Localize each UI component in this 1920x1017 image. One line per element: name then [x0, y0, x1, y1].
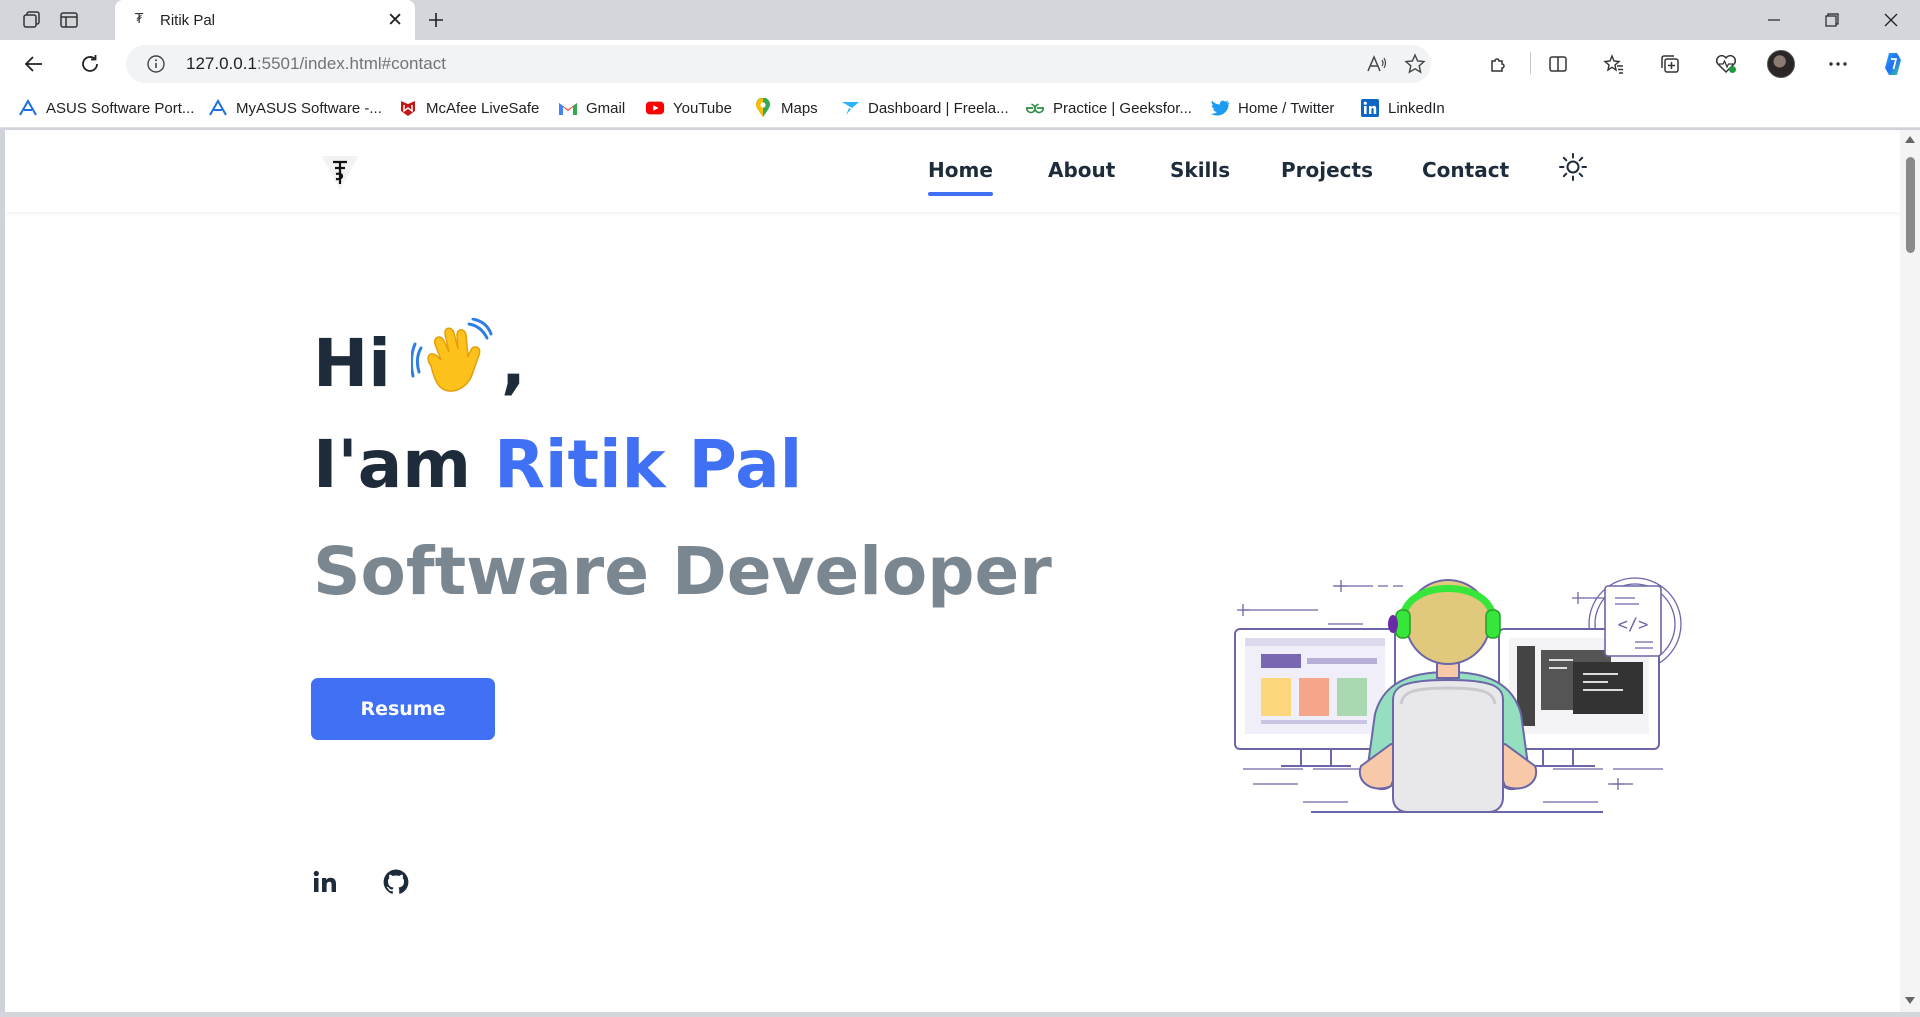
asus-icon	[18, 98, 38, 118]
split-screen-icon[interactable]	[1540, 48, 1576, 80]
bookmark-label: Dashboard | Freela...	[868, 99, 1009, 117]
greeting-text: Hi	[313, 325, 391, 402]
youtube-icon	[645, 98, 665, 118]
back-icon[interactable]	[16, 48, 52, 80]
bookmarks-bar: ASUS Software Port... MyASUS Software -.…	[0, 88, 1920, 128]
collections-icon[interactable]	[1652, 48, 1688, 80]
vertical-tabs-icon[interactable]	[52, 6, 86, 34]
tab-favicon-icon: ₮	[135, 12, 144, 27]
nav-projects[interactable]: Projects	[1281, 158, 1373, 182]
sun-icon[interactable]	[1558, 152, 1588, 182]
read-aloud-icon[interactable]	[1362, 50, 1392, 78]
profile-avatar[interactable]	[1767, 50, 1795, 78]
bookmark-freelancer[interactable]: Dashboard | Freela...	[840, 97, 1009, 119]
bookmark-youtube[interactable]: YouTube	[645, 97, 732, 119]
extensions-icon[interactable]	[1480, 48, 1516, 80]
tab-close-icon[interactable]: ✕	[387, 9, 403, 31]
bookmark-label: LinkedIn	[1388, 99, 1445, 117]
bookmark-myasus[interactable]: MyASUS Software -...	[208, 97, 382, 119]
window-bottom-edge	[0, 1012, 1920, 1017]
scroll-down-icon[interactable]	[1905, 997, 1915, 1004]
linkedin-icon[interactable]	[309, 866, 341, 898]
bookmark-label: ASUS Software Port...	[46, 99, 195, 117]
nav-contact[interactable]: Contact	[1422, 158, 1509, 182]
url-host: 127.0.0.1	[186, 54, 257, 73]
browser-toolbar: 127.0.0.1:5501/index.html#contact	[0, 40, 1920, 88]
bookmark-geeksforgeeks[interactable]: Practice | Geeksfor...	[1025, 97, 1192, 119]
scrollbar-thumb[interactable]	[1906, 157, 1915, 253]
close-window-icon[interactable]	[1862, 0, 1920, 40]
bookmark-mcafee[interactable]: McAfee LiveSafe	[398, 97, 539, 119]
bookmark-gmail[interactable]: Gmail	[558, 97, 625, 119]
linkedin-icon	[1360, 98, 1380, 118]
hero-intro: I'am Ritik Pal	[313, 426, 802, 503]
site-header: Home About Skills Projects Contact	[5, 130, 1900, 212]
url-text[interactable]: 127.0.0.1:5501/index.html#contact	[186, 54, 446, 74]
hero-role: Software Developer	[313, 533, 1052, 610]
resume-button[interactable]: Resume	[311, 678, 495, 740]
site-info-icon[interactable]	[146, 54, 166, 79]
greeting-comma: ,	[500, 325, 526, 402]
bookmark-asus-portal[interactable]: ASUS Software Port...	[18, 97, 194, 119]
bookmark-label: Maps	[781, 99, 818, 117]
bookmark-maps[interactable]: Maps	[753, 97, 818, 119]
minimize-icon[interactable]	[1745, 0, 1803, 40]
bookmark-label: Home / Twitter	[1238, 99, 1335, 117]
maps-icon	[753, 98, 773, 118]
freelancer-icon	[840, 98, 860, 118]
hero-name: Ritik Pal	[494, 426, 803, 503]
restore-icon[interactable]	[1803, 0, 1861, 40]
intro-text: I'am	[313, 426, 472, 503]
page-viewport: Home About Skills Projects Contact Hi, I…	[5, 130, 1900, 1012]
nav-home[interactable]: Home	[928, 158, 993, 196]
url-path: :5501/index.html#contact	[256, 54, 446, 73]
github-icon[interactable]	[380, 866, 412, 898]
site-logo[interactable]	[320, 152, 360, 192]
scroll-up-icon[interactable]	[1905, 136, 1915, 143]
copilot-icon[interactable]	[1876, 48, 1912, 80]
bookmark-linkedin[interactable]: LinkedIn	[1360, 97, 1445, 119]
nav-skills[interactable]: Skills	[1170, 158, 1230, 182]
active-tab[interactable]: ₮ Ritik Pal ✕	[115, 0, 415, 40]
address-bar[interactable]: 127.0.0.1:5501/index.html#contact	[126, 45, 1431, 83]
developer-illustration: </>	[1234, 577, 1682, 813]
toolbar-separator	[1530, 52, 1531, 74]
hero-greeting: Hi,	[313, 317, 526, 402]
browser-essentials-icon[interactable]	[1708, 48, 1744, 80]
more-menu-icon[interactable]	[1820, 48, 1856, 80]
favorites-icon[interactable]	[1596, 48, 1632, 80]
new-tab-icon[interactable]	[420, 4, 452, 36]
page-scrollbar[interactable]	[1900, 130, 1920, 1012]
bookmark-label: MyASUS Software -...	[236, 99, 382, 117]
bookmark-label: Gmail	[586, 99, 626, 117]
asus-icon	[208, 98, 228, 118]
nav-about[interactable]: About	[1048, 158, 1115, 182]
bookmark-label: Practice | Geeksfor...	[1053, 99, 1192, 117]
svg-text:</>: </>	[1618, 615, 1649, 635]
mcafee-icon	[398, 98, 418, 118]
tab-title: Ritik Pal	[160, 12, 216, 29]
twitter-icon	[1210, 98, 1230, 118]
refresh-icon[interactable]	[72, 48, 108, 80]
workspaces-icon[interactable]	[15, 6, 49, 34]
bookmark-label: YouTube	[673, 99, 732, 117]
waving-hand-icon	[409, 317, 493, 398]
browser-tab-bar: ₮ Ritik Pal ✕	[0, 0, 1920, 40]
bookmark-twitter[interactable]: Home / Twitter	[1210, 97, 1334, 119]
bookmark-label: McAfee LiveSafe	[426, 99, 540, 117]
geeksforgeeks-icon	[1025, 98, 1045, 118]
favorite-star-icon[interactable]	[1400, 50, 1430, 78]
gmail-icon	[558, 98, 578, 118]
